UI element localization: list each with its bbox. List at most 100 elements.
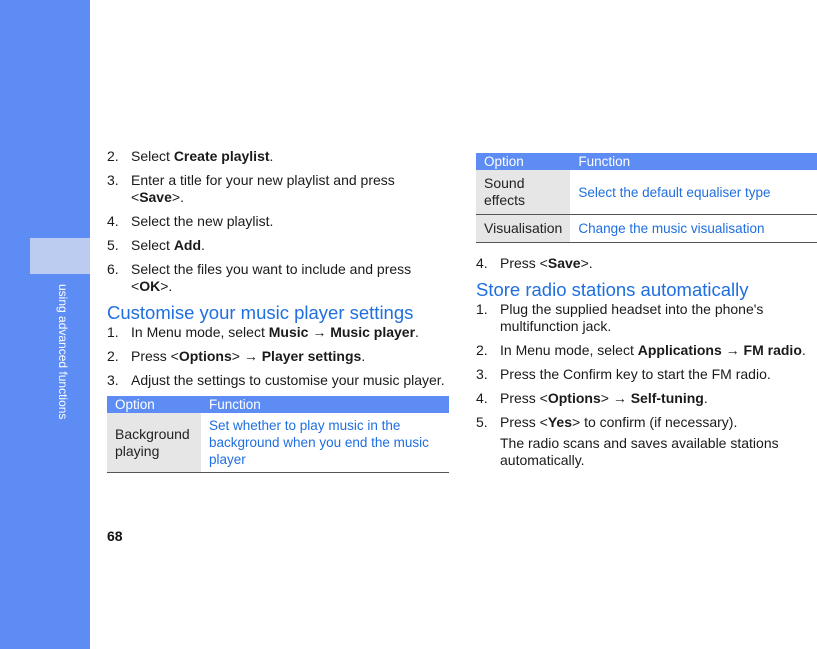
step-number: 6. [107,261,119,277]
sidebar-band: using advanced functions [0,0,90,649]
player-settings-table: Option Function Background playing Set w… [107,396,449,473]
step-keyword: OK [139,278,161,294]
step-number: 2. [107,348,119,364]
step-text: In Menu mode, select Music → Music playe… [131,324,449,341]
option-name: Visualisation [476,214,571,243]
step-text: Select Create playlist. [131,148,449,165]
step-text: Press <Save>. [500,255,817,272]
table-row: Sound effects Select the default equalis… [476,170,817,215]
section-label: using advanced functions [56,284,70,420]
step-item: 1. Plug the supplied headset into the ph… [476,301,817,335]
save-step: 4. Press <Save>. [476,255,817,272]
option-function: Change the music visualisation [570,214,817,243]
step-keyword: Options [547,390,601,406]
section-heading-music-player: Customise your music player settings [107,302,414,323]
step-text-part: Press < [500,414,548,430]
step-keyword: Add [173,237,202,253]
step-keyword: Applications [637,342,722,358]
step-keyword: Player settings [261,348,362,364]
step-number: 1. [476,301,488,317]
step-text-part: Press < [500,390,548,406]
playlist-steps: 2. Select Create playlist. 3. Enter a ti… [107,148,449,295]
step-text-part: . [703,390,708,406]
page-number: 68 [107,528,123,544]
step-item: 4. Select the new playlist. [107,213,449,230]
step-text-part: . [361,348,366,364]
step-keyword: Options [178,348,232,364]
left-column: 2. Select Create playlist. 3. Enter a ti… [107,148,449,473]
step-text: Press <Options> → Self-tuning. [500,390,817,407]
step-number: 2. [476,342,488,358]
step-text-part: > to confirm (if necessary). [572,414,738,430]
step-text-part: Press the Confirm key to start the FM ra… [500,366,771,382]
step-text-part: Select the files you want to include and… [131,261,412,294]
step-text-part: Plug the supplied headset into the phone… [500,301,764,334]
step-text: Select Add. [131,237,449,254]
step-number: 4. [476,255,488,271]
step-item: 3. Press the Confirm key to start the FM… [476,366,817,383]
step-item: 5. Press <Yes> to confirm (if necessary)… [476,414,817,431]
step-item: 5. Select Add. [107,237,449,254]
step-text: Press <Options> → Player settings. [131,348,449,365]
step-text-part: Adjust the settings to customise your mu… [131,372,445,388]
step-number: 3. [107,372,119,388]
step-note: The radio scans and saves available stat… [500,435,779,468]
step-text-part: In Menu mode, select [131,324,269,340]
step-text: Press the Confirm key to start the FM ra… [500,366,817,383]
step-text-part: Press < [131,348,179,364]
step-text-part: Select [131,148,174,164]
right-column: Option Function Sound effects Select the… [476,153,817,469]
step-text: Plug the supplied headset into the phone… [500,301,817,335]
step-text-part: > → [600,390,631,406]
option-name: Background playing [107,413,201,473]
option-function: Select the default equaliser type [570,170,817,215]
step-text-part: . [201,237,205,253]
radio-steps: 1. Plug the supplied headset into the ph… [476,301,817,431]
step-text-part: . [415,324,419,340]
column-header-function: Function [201,396,449,413]
step-number: 5. [476,414,488,430]
step-text-part: >. [160,278,173,294]
step-keyword: Self-tuning [630,390,704,406]
step-item: 4. Press <Options> → Self-tuning. [476,390,817,407]
step-number: 5. [107,237,119,253]
step-text: Press <Yes> to confirm (if necessary). [500,414,817,431]
step-text-part: . [269,148,274,164]
table-header-row: Option Function [107,396,449,413]
table-row: Visualisation Change the music visualisa… [476,214,817,243]
step-keyword: Save [547,255,581,271]
step-item: 3. Enter a title for your new playlist a… [107,172,449,206]
step-number: 4. [107,213,119,229]
step-text: Adjust the settings to customise your mu… [131,372,449,389]
step-text: In Menu mode, select Applications → FM r… [500,342,817,359]
step-text: Enter a title for your new playlist and … [131,172,449,206]
section-tab-marker [30,238,90,274]
step-text-part: → [308,324,331,340]
step-text-part: Select [131,237,174,253]
step-text-part: Select the new playlist. [131,213,274,229]
step-item: 3. Adjust the settings to customise your… [107,372,449,389]
step-item: 2. Select Create playlist. [107,148,449,165]
step-item: 2. In Menu mode, select Applications → F… [476,342,817,359]
column-header-option: Option [476,153,571,170]
step-keyword: FM radio [743,342,802,358]
step-number: 3. [107,172,119,188]
step-item: 1. In Menu mode, select Music → Music pl… [107,324,449,341]
step-number: 4. [476,390,488,406]
step-keyword: Create playlist [173,148,270,164]
step-text-part: >. [580,255,593,271]
step-text-part: > → [231,348,262,364]
step-item: 6. Select the files you want to include … [107,261,449,295]
step-keyword: Music player [330,324,416,340]
option-name: Sound effects [476,170,571,215]
table-header-row: Option Function [476,153,817,170]
step-text: Select the new playlist. [131,213,449,230]
step-item: 4. Press <Save>. [476,255,817,272]
step-number: 3. [476,366,488,382]
step-number: 2. [107,148,119,164]
option-function: Set whether to play music in the backgro… [201,413,449,473]
music-player-steps: 1. In Menu mode, select Music → Music pl… [107,324,449,389]
step-text-part: In Menu mode, select [500,342,638,358]
step-text: Select the files you want to include and… [131,261,449,295]
step-number: 1. [107,324,119,340]
